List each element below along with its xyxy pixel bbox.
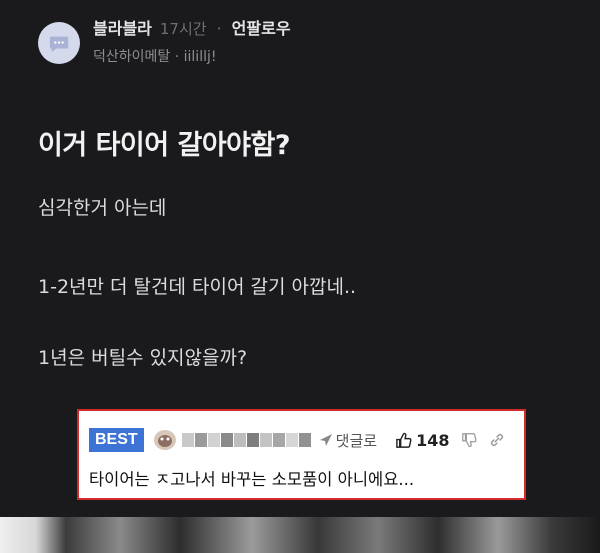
unfollow-button[interactable]: 언팔로우 (232, 19, 291, 38)
reply-label: 댓글로 (335, 431, 378, 450)
commenter-name-blurred (181, 433, 311, 447)
like-count: 148 (416, 430, 450, 450)
best-badge: BEST (89, 428, 144, 452)
post-body-line: 1년은 버틸수 있지않을까? (38, 347, 248, 369)
post-card: 블라블라 17시간 · 언팔로우 덕산하이메탈 · iilillj! 이거 타이어 갈… (0, 0, 600, 517)
best-comment: BEST 댓글로 148 타이어는 ㅈ고나서 바꾸는 소모품이 아니에요... (77, 409, 526, 500)
commenter-avatar (153, 430, 176, 450)
author-name[interactable]: 블라블라 (93, 19, 152, 38)
post-title: 이거 타이어 갈아야함? (38, 130, 291, 161)
link-icon[interactable] (489, 432, 505, 448)
tire-photo (0, 517, 600, 553)
best-comment-header: BEST 댓글로 148 (89, 427, 519, 453)
like-button[interactable]: 148 (395, 431, 449, 450)
separator-dot: · (216, 19, 222, 38)
post-body-line: 심각한거 아는데 (38, 197, 167, 219)
thumbs-down-icon[interactable] (461, 432, 477, 448)
author-avatar[interactable] (38, 22, 80, 64)
reply-button[interactable]: 댓글로 (319, 430, 377, 451)
author-line: 블라블라 17시간 · 언팔로우 (93, 18, 291, 40)
channel-line: 덕산하이메탈 · iilillj! (93, 49, 217, 65)
speech-bubble-icon (49, 36, 69, 53)
thumbs-up-icon (396, 432, 412, 448)
post-header: 블라블라 17시간 · 언팔로우 덕산하이메탈 · iilillj! (38, 18, 558, 70)
reply-arrow-icon (319, 434, 332, 446)
best-comment-text: 타이어는 ㅈ고나서 바꾸는 소모품이 아니에요... (89, 470, 415, 489)
post-time: 17시간 (159, 20, 207, 38)
post-body-line: 1-2년만 더 탈건데 타이어 갈기 아깝네.. (38, 276, 357, 298)
